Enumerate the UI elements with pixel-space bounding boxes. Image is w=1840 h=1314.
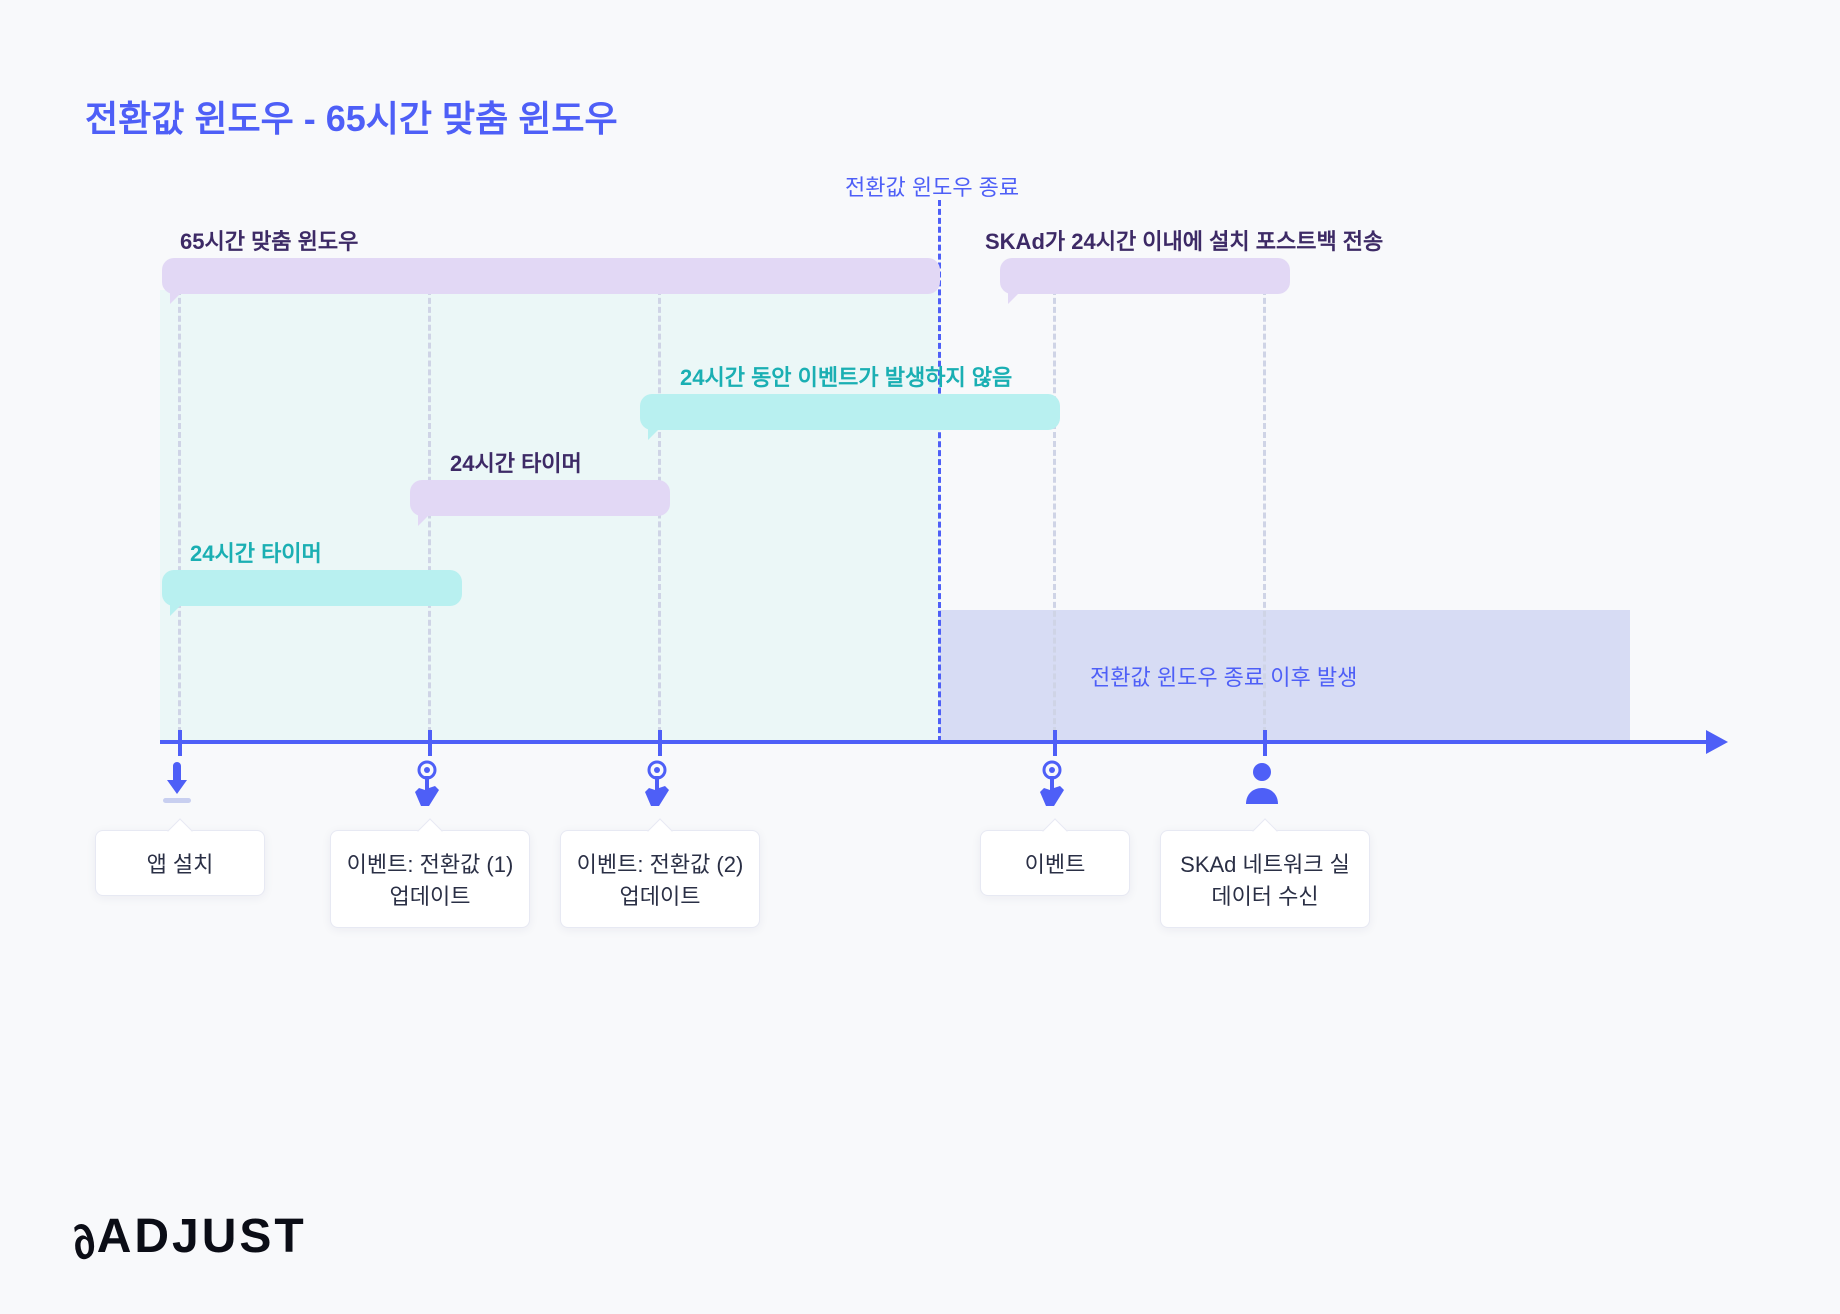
event-label: 앱 설치 bbox=[147, 852, 214, 877]
tick-install bbox=[178, 730, 182, 756]
event-card: 이벤트 bbox=[980, 830, 1130, 896]
tap-icon bbox=[1032, 760, 1078, 812]
event-label: 이벤트: 전환값 (2) 업데이트 bbox=[577, 852, 744, 909]
bar-label-noevent: 24시간 동안 이벤트가 발생하지 않음 bbox=[680, 360, 1012, 392]
tick-skad bbox=[1263, 730, 1267, 756]
event-after: 이벤트 bbox=[980, 760, 1130, 896]
guide-install bbox=[178, 280, 181, 742]
bar-timer24-2 bbox=[410, 480, 670, 516]
brand-logo: ∂ADJUST bbox=[70, 1209, 307, 1264]
diagram-title: 전환값 윈도우 - 65시간 맞춤 윈도우 bbox=[85, 90, 618, 142]
brand-text: ADJUST bbox=[97, 1210, 307, 1263]
event-install: 앱 설치 bbox=[95, 760, 265, 896]
window-end-label: 전환값 윈도우 종료 bbox=[845, 170, 1019, 202]
guide-event3 bbox=[1053, 280, 1056, 742]
event-card: 이벤트: 전환값 (1) 업데이트 bbox=[330, 830, 530, 928]
bar-65h-window bbox=[162, 258, 940, 294]
bar-label-timer2: 24시간 타이머 bbox=[450, 446, 582, 478]
tap-icon bbox=[407, 760, 453, 812]
bar-label-timer1: 24시간 타이머 bbox=[190, 536, 322, 568]
tick-event1 bbox=[428, 730, 432, 756]
tick-event2 bbox=[658, 730, 662, 756]
timeline-axis bbox=[160, 740, 1710, 744]
event-label: 이벤트 bbox=[1025, 852, 1086, 877]
event-cv2: 이벤트: 전환값 (2) 업데이트 bbox=[560, 760, 760, 928]
event-label: SKAd 네트워크 실 데이터 수신 bbox=[1180, 852, 1350, 909]
event-card: 앱 설치 bbox=[95, 830, 265, 896]
event-cv1: 이벤트: 전환값 (1) 업데이트 bbox=[330, 760, 530, 928]
event-skad-receive: SKAd 네트워크 실 데이터 수신 bbox=[1160, 760, 1370, 928]
bar-skad-postback bbox=[1000, 258, 1290, 294]
bar-no-event-24h bbox=[640, 394, 1060, 430]
download-icon bbox=[157, 760, 203, 812]
event-label: 이벤트: 전환값 (1) 업데이트 bbox=[347, 852, 514, 909]
tick-event3 bbox=[1053, 730, 1057, 756]
bar-label-65h: 65시간 맞춤 윈도우 bbox=[180, 224, 358, 256]
bar-label-skad: SKAd가 24시간 이내에 설치 포스트백 전송 bbox=[985, 224, 1383, 256]
bar-timer24-1 bbox=[162, 570, 462, 606]
user-icon bbox=[1242, 760, 1288, 812]
event-card: SKAd 네트워크 실 데이터 수신 bbox=[1160, 830, 1370, 928]
event-card: 이벤트: 전환값 (2) 업데이트 bbox=[560, 830, 760, 928]
tap-icon bbox=[637, 760, 683, 812]
diagram-stage: 전환값 윈도우 종료 이후 발생 전환값 윈도우 종료 65시간 맞춤 윈도우 … bbox=[0, 150, 1840, 1150]
after-window-label: 전환값 윈도우 종료 이후 발생 bbox=[1090, 660, 1357, 692]
guide-skad bbox=[1263, 280, 1266, 742]
